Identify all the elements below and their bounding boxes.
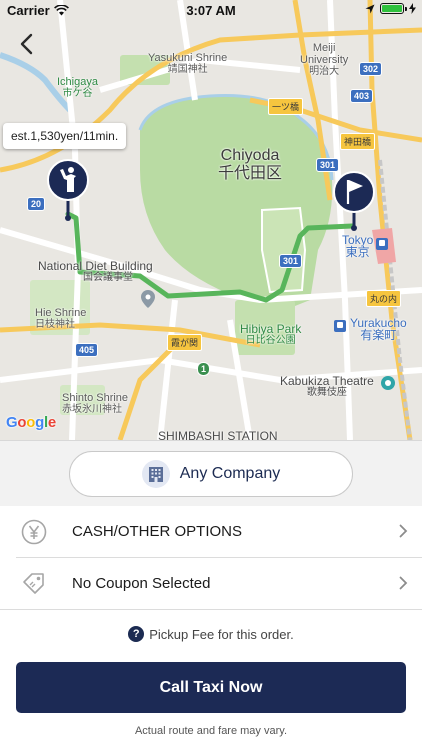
call-taxi-button[interactable]: Call Taxi Now: [16, 662, 406, 713]
chevron-right-icon: [399, 576, 408, 590]
map-poi-train-icon: [376, 238, 388, 250]
location-arrow-icon: [365, 4, 375, 13]
section-divider: [0, 609, 422, 610]
fare-estimate-bubble: est.1,530yen/11min.: [3, 123, 127, 149]
map-label-diet: National Diet Building 国会議事堂: [38, 259, 153, 283]
payment-option-label: CASH/OTHER OPTIONS: [72, 523, 243, 540]
help-icon: ?: [128, 626, 145, 642]
chevron-left-icon: [20, 33, 33, 55]
coupon-tag-icon: [23, 573, 44, 594]
road-badge-301-south: 301: [279, 254, 303, 268]
building-icon: [141, 460, 170, 488]
booking-panel: Any Company CASH/OTHER OPTIONS No Coupon…: [0, 440, 422, 750]
map-label-shinto: Shinto Shrine 赤坂氷川神社: [62, 392, 129, 415]
map-label-yurakucho: Yurakucho 有楽町: [350, 316, 407, 342]
map-label-meiji: Meiji University 明治大: [300, 42, 349, 77]
coupon-row[interactable]: No Coupon Selected: [0, 558, 422, 609]
any-company-label: Any Company: [179, 465, 281, 482]
map-poi-pin-icon: [141, 290, 155, 308]
map-label-kanda: 神田橋: [340, 133, 376, 150]
map-label-marunouchi: 丸の内: [366, 290, 402, 307]
road-badge-403: 403: [350, 89, 374, 103]
map-label-hibiya: Hibiya Park 日比谷公園: [240, 322, 302, 346]
map-poi-train-icon-2: [334, 320, 346, 332]
route-map[interactable]: Yasukuni Shrine 靖国神社 Meiji University 明治…: [0, 0, 422, 440]
map-poi-theatre-icon: [381, 376, 395, 390]
map-label-kabukiza: Kabukiza Theatre 歌舞伎座: [280, 374, 374, 398]
map-label-tokyo: Tokyo 東京: [342, 233, 374, 259]
yen-icon: [21, 519, 47, 545]
pickup-fee-info[interactable]: ? Pickup Fee for this order.: [0, 626, 422, 642]
map-label-chiyoda: Chiyoda 千代田区: [218, 147, 283, 182]
battery-icon: [380, 3, 407, 14]
any-company-button[interactable]: Any Company: [69, 451, 353, 497]
charging-bolt-icon: [409, 3, 416, 14]
coupon-label: No Coupon Selected: [72, 575, 211, 592]
road-badge-1: 1: [197, 362, 211, 376]
map-label-ichigaya: Ichigaya 市ケ谷: [57, 76, 98, 99]
destination-flag-pin-icon[interactable]: [332, 170, 376, 234]
pickup-fee-label: Pickup Fee for this order.: [149, 626, 294, 642]
chevron-right-icon: [399, 524, 408, 538]
status-time: 3:07 AM: [186, 3, 236, 18]
map-label-hitotsubashi: 一ツ橋: [268, 98, 304, 115]
pickup-person-pin-icon[interactable]: [46, 158, 90, 222]
payment-option-row[interactable]: CASH/OTHER OPTIONS: [0, 506, 422, 557]
map-label-kasumigaseki: 霞が関: [167, 334, 203, 351]
map-label-yasukuni: Yasukuni Shrine 靖国神社: [148, 52, 228, 75]
route-disclaimer: Actual route and fare may vary.: [134, 725, 288, 737]
status-bar: Carrier 3:07 AM: [0, 0, 422, 22]
map-label-hie: Hie Shrine 日枝神社: [35, 307, 87, 330]
google-logo: Google: [6, 414, 56, 431]
company-selector-area: Any Company: [0, 440, 422, 506]
map-label-shimbashi: SHIMBASHI STATION: [158, 429, 278, 440]
back-button[interactable]: [12, 30, 40, 58]
road-badge-20: 20: [27, 197, 46, 211]
road-badge-405: 405: [75, 343, 99, 357]
road-badge-302: 302: [359, 62, 383, 76]
